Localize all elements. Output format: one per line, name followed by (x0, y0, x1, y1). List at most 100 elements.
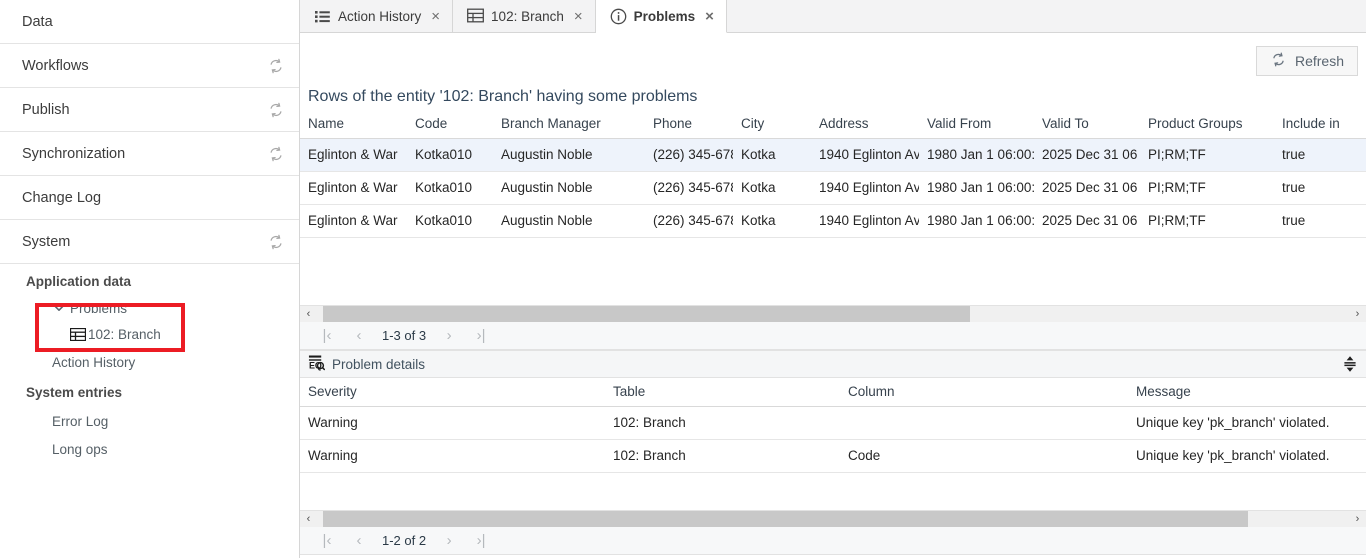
tree-item-error-log[interactable]: Error Log (0, 410, 299, 432)
column-header-phone[interactable]: Phone (645, 110, 733, 139)
refresh-button[interactable]: Refresh (1256, 46, 1358, 76)
pager-prev-button[interactable]: ‹ (344, 324, 374, 348)
cell-address: 1940 Eglinton Aᴠ (811, 172, 919, 205)
rows-grid-pager: |‹ ‹ 1-3 of 3 › ›| (300, 322, 1366, 350)
cell-product-groups: PI;RM;TF (1140, 205, 1274, 238)
table-row[interactable]: Eglinton & War Kotka010 Augustin Noble (… (300, 139, 1366, 172)
pager-prev-button[interactable]: ‹ (344, 529, 374, 553)
tab-label: 102: Branch (491, 9, 564, 24)
cell-valid-to: 2025 Dec 31 06 (1034, 172, 1140, 205)
pager-info: 1-3 of 3 (376, 328, 432, 343)
table-row[interactable]: Warning 102: Branch Unique key 'pk_branc… (300, 407, 1366, 440)
cell-name: Eglinton & War (300, 172, 407, 205)
refresh-icon[interactable] (267, 57, 285, 75)
tree-item-label: Problems (70, 301, 127, 316)
sidebar-item-publish[interactable]: Publish (0, 88, 299, 132)
cell-valid-from: 1980 Jan 1 06:00:0 (919, 205, 1034, 238)
app-root: Data Workflows Publish (0, 0, 1366, 558)
cell-address: 1940 Eglinton Aᴠ (811, 139, 919, 172)
pager-first-button[interactable]: |‹ (312, 324, 342, 348)
column-header-name[interactable]: Name (300, 110, 407, 139)
tree-item-action-history[interactable]: Action History (0, 351, 299, 373)
pager-info: 1-2 of 2 (376, 533, 432, 548)
cell-branch-manager: Augustin Noble (493, 172, 645, 205)
hscroll-track[interactable] (317, 306, 1349, 322)
table-row[interactable]: Warning 102: Branch Code Unique key 'pk_… (300, 440, 1366, 473)
problem-details-empty-area (300, 473, 1366, 510)
hscroll-track[interactable] (317, 511, 1349, 527)
column-header-valid-to[interactable]: Valid To (1034, 110, 1140, 139)
pager-next-button[interactable]: › (434, 324, 464, 348)
table-row[interactable]: Eglinton & War Kotka010 Augustin Noble (… (300, 205, 1366, 238)
close-icon[interactable]: × (431, 9, 440, 24)
sidebar-item-data[interactable]: Data (0, 0, 299, 44)
column-header-branch-manager[interactable]: Branch Manager (493, 110, 645, 139)
scroll-right-arrow-icon[interactable]: › (1349, 306, 1366, 322)
tree-item-label: 102: Branch (88, 327, 161, 342)
chevron-down-icon[interactable] (52, 301, 66, 315)
sidebar-item-synchronization[interactable]: Synchronization (0, 132, 299, 176)
rows-grid: Name Code Branch Manager Phone City Addr… (300, 110, 1366, 238)
scroll-left-arrow-icon[interactable]: ‹ (300, 306, 317, 322)
cell-branch-manager: Augustin Noble (493, 205, 645, 238)
refresh-icon[interactable] (267, 233, 285, 251)
hscroll-thumb[interactable] (323, 511, 1248, 527)
pager-last-button[interactable]: ›| (466, 529, 496, 553)
tree-group-application-data: Application data (0, 264, 299, 295)
cell-message: Unique key 'pk_branch' violated. (1128, 440, 1366, 473)
info-icon (610, 8, 627, 25)
rows-grid-hscrollbar[interactable]: ‹ › (300, 305, 1366, 322)
tree-item-102-branch[interactable]: 102: Branch (0, 323, 299, 345)
cell-phone: (226) 345-678! (645, 172, 733, 205)
sidebar-tree: Application data Problems 102: Branch (0, 264, 299, 460)
cell-valid-from: 1980 Jan 1 06:00:0 (919, 139, 1034, 172)
column-header-city[interactable]: City (733, 110, 811, 139)
scroll-right-arrow-icon[interactable]: › (1349, 511, 1366, 527)
pager-first-button[interactable]: |‹ (312, 529, 342, 553)
close-icon[interactable]: × (574, 9, 583, 24)
problem-details-grid: Severity Table Column Message Warning 10… (300, 378, 1366, 473)
cell-code: Kotka010 (407, 205, 493, 238)
resize-vertical-icon[interactable] (1340, 354, 1360, 374)
column-header-table[interactable]: Table (605, 378, 840, 407)
column-header-product-groups[interactable]: Product Groups (1140, 110, 1274, 139)
cell-name: Eglinton & War (300, 139, 407, 172)
column-header-include-in[interactable]: Include in (1274, 110, 1366, 139)
problem-details-hscrollbar[interactable]: ‹ › (300, 510, 1366, 527)
pager-next-button[interactable]: › (434, 529, 464, 553)
sidebar-item-system[interactable]: System (0, 220, 299, 264)
problem-details-header: EQ Problem details (300, 350, 1366, 378)
scroll-left-arrow-icon[interactable]: ‹ (300, 511, 317, 527)
cell-include-in: true (1274, 205, 1366, 238)
sidebar-item-label: Synchronization (22, 146, 267, 162)
column-header-address[interactable]: Address (811, 110, 919, 139)
sidebar-item-workflows[interactable]: Workflows (0, 44, 299, 88)
tab-action-history[interactable]: Action History × (300, 0, 453, 32)
page-title: Rows of the entity '102: Branch' having … (300, 88, 1366, 110)
close-icon[interactable]: × (705, 9, 714, 24)
tree-item-problems[interactable]: Problems (0, 297, 299, 319)
tab-bar-filler (727, 0, 1366, 33)
column-header-message[interactable]: Message (1128, 378, 1366, 407)
cell-phone: (226) 345-678! (645, 205, 733, 238)
tree-item-long-ops[interactable]: Long ops (0, 438, 299, 460)
tab-102-branch[interactable]: 102: Branch × (453, 0, 596, 32)
cell-product-groups: PI;RM;TF (1140, 172, 1274, 205)
column-header-code[interactable]: Code (407, 110, 493, 139)
cell-address: 1940 Eglinton Aᴠ (811, 205, 919, 238)
column-header-column[interactable]: Column (840, 378, 1128, 407)
sidebar-item-change-log[interactable]: Change Log (0, 176, 299, 220)
hscroll-thumb[interactable] (323, 306, 970, 322)
cell-code: Kotka010 (407, 139, 493, 172)
problem-details-pager: |‹ ‹ 1-2 of 2 › ›| (300, 527, 1366, 555)
table-row[interactable]: Eglinton & War Kotka010 Augustin Noble (… (300, 172, 1366, 205)
table-icon (70, 328, 86, 341)
column-header-valid-from[interactable]: Valid From (919, 110, 1034, 139)
pager-last-button[interactable]: ›| (466, 324, 496, 348)
refresh-icon[interactable] (267, 101, 285, 119)
column-header-severity[interactable]: Severity (300, 378, 605, 407)
tab-problems[interactable]: Problems × (596, 0, 727, 33)
toolbar: Refresh (300, 33, 1366, 88)
cell-table: 102: Branch (605, 407, 840, 440)
refresh-icon[interactable] (267, 145, 285, 163)
